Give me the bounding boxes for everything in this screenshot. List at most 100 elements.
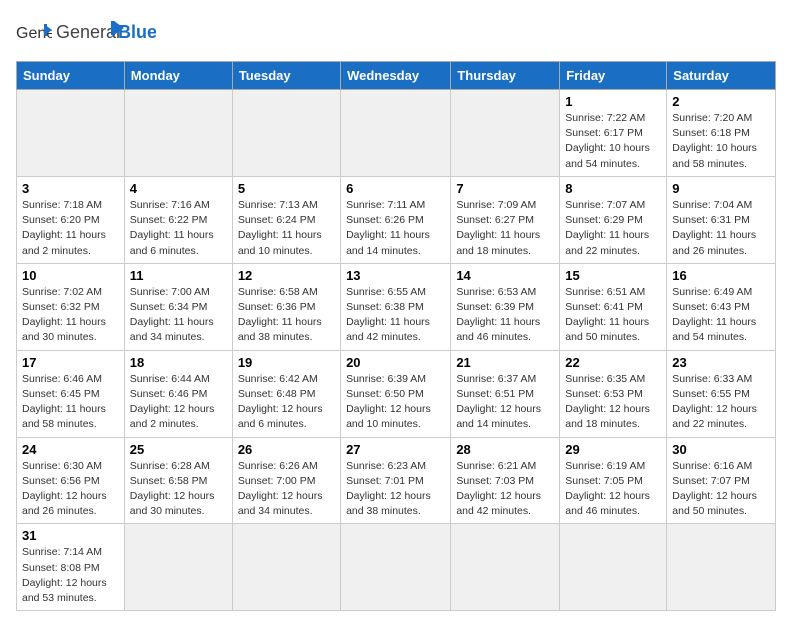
calendar-cell: 11 Sunrise: 7:00 AM Sunset: 6:34 PM Dayli… <box>124 263 232 350</box>
day-info: Sunrise: 6:39 AM Sunset: 6:50 PM Dayligh… <box>346 372 445 433</box>
calendar-cell: 8 Sunrise: 7:07 AM Sunset: 6:29 PM Daylig… <box>560 176 667 263</box>
calendar-cell: 22 Sunrise: 6:35 AM Sunset: 6:53 PM Dayli… <box>560 350 667 437</box>
day-number: 14 <box>456 268 554 283</box>
day-number: 15 <box>565 268 661 283</box>
day-number: 12 <box>238 268 335 283</box>
calendar-cell: 31 Sunrise: 7:14 AM Sunset: 8:08 PM Dayli… <box>17 524 125 611</box>
calendar-cell <box>451 524 560 611</box>
day-number: 7 <box>456 181 554 196</box>
day-info: Sunrise: 6:35 AM Sunset: 6:53 PM Dayligh… <box>565 372 661 433</box>
calendar-week-row: 24Sunrise: 6:30 AM Sunset: 6:56 PM Dayli… <box>17 437 776 524</box>
day-number: 25 <box>130 442 227 457</box>
day-info: Sunrise: 6:58 AM Sunset: 6:36 PM Dayligh… <box>238 285 335 346</box>
calendar-cell: 4 Sunrise: 7:16 AM Sunset: 6:22 PM Daylig… <box>124 176 232 263</box>
weekday-header-wednesday: Wednesday <box>341 62 451 90</box>
calendar-cell: 21Sunrise: 6:37 AM Sunset: 6:51 PM Dayli… <box>451 350 560 437</box>
day-info: Sunrise: 7:04 AM Sunset: 6:31 PM Dayligh… <box>672 198 770 259</box>
day-number: 30 <box>672 442 770 457</box>
calendar-cell: 2Sunrise: 7:20 AM Sunset: 6:18 PM Daylig… <box>667 90 776 177</box>
calendar-cell: 13Sunrise: 6:55 AM Sunset: 6:38 PM Dayli… <box>341 263 451 350</box>
calendar-cell: 27 Sunrise: 6:23 AM Sunset: 7:01 PM Dayli… <box>341 437 451 524</box>
day-number: 8 <box>565 181 661 196</box>
day-number: 27 <box>346 442 445 457</box>
day-info: Sunrise: 6:37 AM Sunset: 6:51 PM Dayligh… <box>456 372 554 433</box>
day-number: 3 <box>22 181 119 196</box>
calendar-cell: 30 Sunrise: 6:16 AM Sunset: 7:07 PM Dayli… <box>667 437 776 524</box>
day-info: Sunrise: 7:09 AM Sunset: 6:27 PM Dayligh… <box>456 198 554 259</box>
calendar-cell: 18Sunrise: 6:44 AM Sunset: 6:46 PM Dayli… <box>124 350 232 437</box>
day-info: Sunrise: 6:16 AM Sunset: 7:07 PM Dayligh… <box>672 459 770 520</box>
calendar-cell <box>341 90 451 177</box>
day-number: 20 <box>346 355 445 370</box>
calendar-cell <box>560 524 667 611</box>
calendar-cell: 5Sunrise: 7:13 AM Sunset: 6:24 PM Daylig… <box>232 176 340 263</box>
day-number: 4 <box>130 181 227 196</box>
calendar-cell: 12 Sunrise: 6:58 AM Sunset: 6:36 PM Dayli… <box>232 263 340 350</box>
calendar-cell: 10Sunrise: 7:02 AM Sunset: 6:32 PM Dayli… <box>17 263 125 350</box>
calendar-week-row: 17 Sunrise: 6:46 AM Sunset: 6:45 PM Dayli… <box>17 350 776 437</box>
day-number: 24 <box>22 442 119 457</box>
calendar-cell: 25 Sunrise: 6:28 AM Sunset: 6:58 PM Dayli… <box>124 437 232 524</box>
day-info: Sunrise: 7:18 AM Sunset: 6:20 PM Dayligh… <box>22 198 119 259</box>
day-info: Sunrise: 6:53 AM Sunset: 6:39 PM Dayligh… <box>456 285 554 346</box>
day-info: Sunrise: 6:51 AM Sunset: 6:41 PM Dayligh… <box>565 285 661 346</box>
calendar-week-row: 10Sunrise: 7:02 AM Sunset: 6:32 PM Dayli… <box>17 263 776 350</box>
calendar-cell <box>124 90 232 177</box>
day-number: 16 <box>672 268 770 283</box>
logo-icon: General <box>16 20 52 48</box>
calendar-cell: 7 Sunrise: 7:09 AM Sunset: 6:27 PM Daylig… <box>451 176 560 263</box>
day-info: Sunrise: 7:00 AM Sunset: 6:34 PM Dayligh… <box>130 285 227 346</box>
day-info: Sunrise: 7:14 AM Sunset: 8:08 PM Dayligh… <box>22 545 119 606</box>
weekday-header-tuesday: Tuesday <box>232 62 340 90</box>
calendar-cell <box>232 90 340 177</box>
day-info: Sunrise: 7:22 AM Sunset: 6:17 PM Dayligh… <box>565 111 661 172</box>
weekday-header-friday: Friday <box>560 62 667 90</box>
day-number: 1 <box>565 94 661 109</box>
calendar-cell: 14 Sunrise: 6:53 AM Sunset: 6:39 PM Dayli… <box>451 263 560 350</box>
day-info: Sunrise: 7:13 AM Sunset: 6:24 PM Dayligh… <box>238 198 335 259</box>
calendar-cell: 19 Sunrise: 6:42 AM Sunset: 6:48 PM Dayli… <box>232 350 340 437</box>
weekday-header-monday: Monday <box>124 62 232 90</box>
day-number: 6 <box>346 181 445 196</box>
day-number: 22 <box>565 355 661 370</box>
calendar-cell: 24Sunrise: 6:30 AM Sunset: 6:56 PM Dayli… <box>17 437 125 524</box>
calendar-cell: 26Sunrise: 6:26 AM Sunset: 7:00 PM Dayli… <box>232 437 340 524</box>
day-info: Sunrise: 7:16 AM Sunset: 6:22 PM Dayligh… <box>130 198 227 259</box>
logo-text: General Blue <box>56 16 156 51</box>
calendar-cell: 16 Sunrise: 6:49 AM Sunset: 6:43 PM Dayli… <box>667 263 776 350</box>
day-info: Sunrise: 6:23 AM Sunset: 7:01 PM Dayligh… <box>346 459 445 520</box>
logo: General General Blue <box>16 16 156 51</box>
day-number: 13 <box>346 268 445 283</box>
calendar-cell <box>451 90 560 177</box>
day-number: 31 <box>22 528 119 543</box>
day-number: 19 <box>238 355 335 370</box>
day-number: 29 <box>565 442 661 457</box>
day-info: Sunrise: 6:33 AM Sunset: 6:55 PM Dayligh… <box>672 372 770 433</box>
svg-text:Blue: Blue <box>118 22 156 42</box>
day-number: 23 <box>672 355 770 370</box>
calendar-week-row: 1 Sunrise: 7:22 AM Sunset: 6:17 PM Daylig… <box>17 90 776 177</box>
day-info: Sunrise: 6:49 AM Sunset: 6:43 PM Dayligh… <box>672 285 770 346</box>
calendar-week-row: 3 Sunrise: 7:18 AM Sunset: 6:20 PM Daylig… <box>17 176 776 263</box>
day-number: 9 <box>672 181 770 196</box>
day-info: Sunrise: 6:44 AM Sunset: 6:46 PM Dayligh… <box>130 372 227 433</box>
calendar-cell: 29 Sunrise: 6:19 AM Sunset: 7:05 PM Dayli… <box>560 437 667 524</box>
calendar-cell: 6 Sunrise: 7:11 AM Sunset: 6:26 PM Daylig… <box>341 176 451 263</box>
day-info: Sunrise: 6:19 AM Sunset: 7:05 PM Dayligh… <box>565 459 661 520</box>
calendar-cell: 9 Sunrise: 7:04 AM Sunset: 6:31 PM Daylig… <box>667 176 776 263</box>
day-info: Sunrise: 7:11 AM Sunset: 6:26 PM Dayligh… <box>346 198 445 259</box>
day-number: 11 <box>130 268 227 283</box>
day-info: Sunrise: 6:46 AM Sunset: 6:45 PM Dayligh… <box>22 372 119 433</box>
calendar-week-row: 31 Sunrise: 7:14 AM Sunset: 8:08 PM Dayli… <box>17 524 776 611</box>
day-number: 28 <box>456 442 554 457</box>
day-number: 17 <box>22 355 119 370</box>
weekday-header-sunday: Sunday <box>17 62 125 90</box>
calendar-cell: 15 Sunrise: 6:51 AM Sunset: 6:41 PM Dayli… <box>560 263 667 350</box>
day-info: Sunrise: 7:20 AM Sunset: 6:18 PM Dayligh… <box>672 111 770 172</box>
calendar-table: SundayMondayTuesdayWednesdayThursdayFrid… <box>16 61 776 611</box>
day-info: Sunrise: 7:07 AM Sunset: 6:29 PM Dayligh… <box>565 198 661 259</box>
day-info: Sunrise: 6:28 AM Sunset: 6:58 PM Dayligh… <box>130 459 227 520</box>
day-info: Sunrise: 6:42 AM Sunset: 6:48 PM Dayligh… <box>238 372 335 433</box>
calendar-cell <box>341 524 451 611</box>
calendar-cell: 3 Sunrise: 7:18 AM Sunset: 6:20 PM Daylig… <box>17 176 125 263</box>
